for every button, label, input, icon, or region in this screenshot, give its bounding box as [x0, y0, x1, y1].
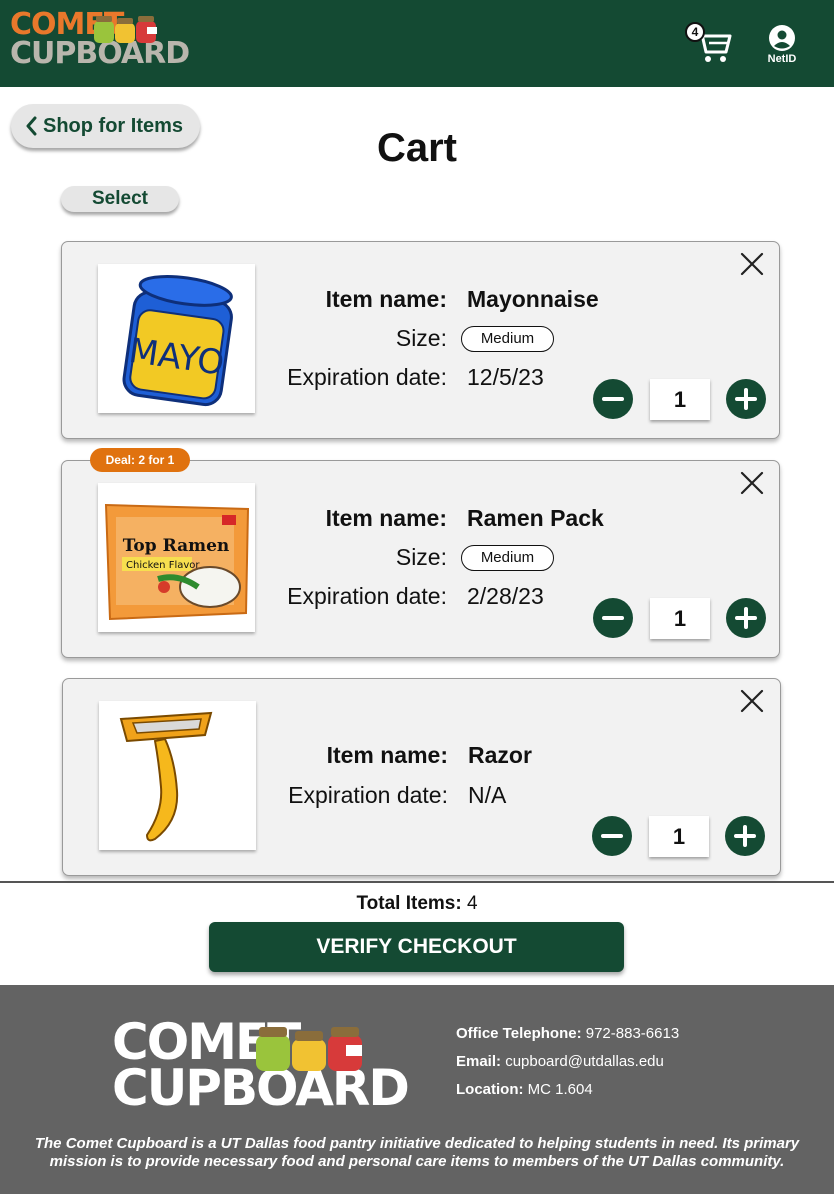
- plus-icon: [735, 388, 757, 410]
- quantity-increase-button[interactable]: [725, 816, 765, 856]
- quantity-value[interactable]: 1: [650, 379, 710, 420]
- quantity-decrease-button[interactable]: [593, 379, 633, 419]
- close-icon: [740, 689, 764, 713]
- plus-icon: [734, 825, 756, 847]
- item-size-pill[interactable]: Medium: [461, 326, 554, 352]
- item-name-value: Ramen Pack: [467, 505, 604, 531]
- item-expiration-value: 2/28/23: [467, 583, 544, 609]
- user-account-icon: [769, 25, 795, 51]
- netid-account-button[interactable]: NetID: [760, 22, 804, 68]
- minus-icon: [601, 834, 623, 838]
- cart-item-card: Item name: Razor Expiration date: N/A 1: [62, 678, 781, 876]
- item-size-pill[interactable]: Medium: [461, 545, 554, 571]
- total-items-value: 4: [466, 893, 478, 914]
- footer-email-value[interactable]: cupboard@utdallas.edu: [505, 1053, 664, 1070]
- item-expiration-value: N/A: [468, 782, 507, 808]
- item-expiration-label: Expiration date:: [288, 782, 448, 808]
- total-items: Total Items: 4: [0, 893, 834, 915]
- footer-phone-value[interactable]: 972-883-6613: [586, 1025, 679, 1042]
- cart-item-card: Top Ramen Chicken Flavor Deal: 2 for 1 I…: [61, 448, 780, 658]
- top-navigation-bar: COMET CUPBOARD 4 NetID: [0, 0, 834, 87]
- footer-location: Location: MC 1.604: [456, 1081, 593, 1098]
- footer-about-text: The Comet Cupboard is a UT Dallas food p…: [34, 1135, 800, 1170]
- razor-icon: [119, 711, 213, 842]
- quantity-value[interactable]: 1: [650, 598, 710, 639]
- item-name-label: Item name:: [325, 286, 447, 312]
- footer-logo: COMET CUPBOARD: [112, 1017, 410, 1117]
- quantity-value[interactable]: 1: [649, 816, 709, 857]
- item-name-label: Item name:: [325, 505, 447, 531]
- site-footer: COMET CUPBOARD Office Telephone: 972-883…: [0, 985, 834, 1194]
- comet-cupboard-logo[interactable]: COMET CUPBOARD: [10, 10, 190, 72]
- item-image-razor: [99, 701, 256, 850]
- quantity-increase-button[interactable]: [726, 379, 766, 419]
- close-icon: [740, 471, 764, 495]
- close-icon: [740, 252, 764, 276]
- minus-icon: [602, 616, 624, 620]
- remove-item-button[interactable]: [739, 251, 765, 277]
- jars-icon: [94, 16, 157, 43]
- total-items-label: Total Items:: [356, 893, 462, 914]
- cart-button[interactable]: 4: [685, 22, 734, 66]
- quantity-decrease-button[interactable]: [592, 816, 632, 856]
- jars-icon: [256, 1027, 362, 1071]
- item-name-value: Razor: [468, 742, 532, 768]
- footer-email-label: Email:: [456, 1053, 502, 1070]
- cart-item-card: MAYO Item name: Mayonnaise Size: Medium …: [61, 241, 780, 439]
- remove-item-button[interactable]: [739, 470, 765, 496]
- cart-count-badge: 4: [685, 22, 705, 42]
- footer-phone-label: Office Telephone:: [456, 1025, 582, 1042]
- deal-badge: Deal: 2 for 1: [90, 448, 190, 472]
- item-name-value: Mayonnaise: [467, 286, 599, 312]
- select-button[interactable]: Select: [61, 186, 179, 212]
- netid-label: NetID: [767, 53, 797, 65]
- item-expiration-value: 12/5/23: [467, 364, 544, 390]
- item-size-label: Size:: [395, 544, 447, 570]
- page-title: Cart: [376, 126, 458, 170]
- remove-item-button[interactable]: [739, 688, 765, 714]
- footer-location-label: Location:: [456, 1081, 524, 1098]
- footer-phone: Office Telephone: 972-883-6613: [456, 1025, 679, 1042]
- quantity-decrease-button[interactable]: [593, 598, 633, 638]
- verify-checkout-button[interactable]: VERIFY CHECKOUT: [209, 922, 624, 972]
- item-size-label: Size:: [395, 325, 447, 351]
- summary-divider: [0, 881, 834, 883]
- minus-icon: [602, 397, 624, 401]
- footer-location-value: MC 1.604: [527, 1081, 593, 1098]
- item-expiration-label: Expiration date:: [287, 364, 447, 390]
- quantity-increase-button[interactable]: [726, 598, 766, 638]
- item-expiration-label: Expiration date:: [287, 583, 447, 609]
- plus-icon: [735, 607, 757, 629]
- item-name-label: Item name:: [326, 742, 448, 768]
- footer-email: Email: cupboard@utdallas.edu: [456, 1053, 664, 1070]
